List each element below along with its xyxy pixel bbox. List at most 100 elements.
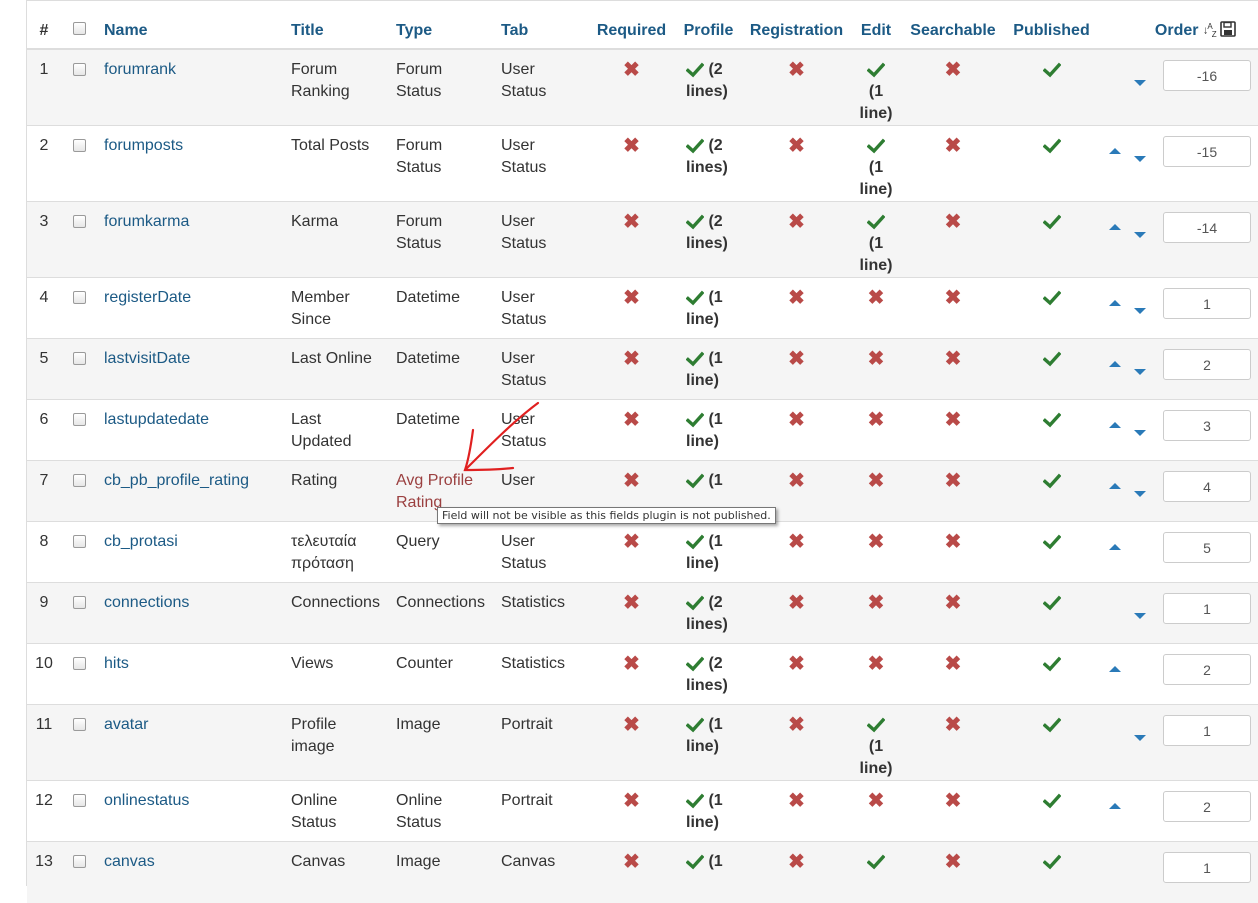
registration-cross-icon[interactable]: ✖ <box>788 135 805 157</box>
sort-order-icon[interactable]: ↓AZ <box>1203 22 1217 39</box>
required-cross-icon[interactable]: ✖ <box>623 135 640 157</box>
edit-cross-icon[interactable]: ✖ <box>868 531 885 553</box>
field-name-link[interactable]: forumkarma <box>104 213 189 230</box>
required-cross-icon[interactable]: ✖ <box>623 790 640 812</box>
move-up-icon[interactable] <box>1109 544 1121 550</box>
col-header-profile[interactable]: Profile <box>674 7 743 50</box>
row-checkbox[interactable] <box>73 474 86 487</box>
published-check-icon[interactable] <box>1042 211 1061 230</box>
row-checkbox[interactable] <box>73 596 86 609</box>
edit-check-icon[interactable] <box>866 714 886 733</box>
row-checkbox[interactable] <box>73 139 86 152</box>
row-checkbox[interactable] <box>73 794 86 807</box>
row-checkbox[interactable] <box>73 291 86 304</box>
profile-check-icon[interactable] <box>685 714 705 733</box>
edit-check-icon[interactable] <box>866 135 886 154</box>
searchable-cross-icon[interactable]: ✖ <box>945 714 962 736</box>
searchable-cross-icon[interactable]: ✖ <box>945 592 962 614</box>
select-all-checkbox[interactable] <box>73 22 86 35</box>
field-name-link[interactable]: registerDate <box>104 289 191 306</box>
field-name-link[interactable]: canvas <box>104 853 155 870</box>
published-check-icon[interactable] <box>1042 348 1061 367</box>
profile-check-icon[interactable] <box>685 409 705 428</box>
col-header-published[interactable]: Published <box>1004 7 1099 50</box>
order-input[interactable] <box>1163 593 1251 624</box>
edit-cross-icon[interactable]: ✖ <box>868 592 885 614</box>
profile-check-icon[interactable] <box>685 211 705 230</box>
required-cross-icon[interactable]: ✖ <box>623 287 640 309</box>
searchable-cross-icon[interactable]: ✖ <box>945 59 962 81</box>
profile-check-icon[interactable] <box>685 348 705 367</box>
move-down-icon[interactable] <box>1134 613 1146 619</box>
field-name-link[interactable]: forumrank <box>104 61 176 78</box>
published-check-icon[interactable] <box>1042 531 1061 550</box>
field-name-link[interactable]: avatar <box>104 716 148 733</box>
published-check-icon[interactable] <box>1042 409 1061 428</box>
move-down-icon[interactable] <box>1134 232 1146 238</box>
order-input[interactable] <box>1163 471 1251 502</box>
col-header-tab[interactable]: Tab <box>495 7 589 50</box>
edit-cross-icon[interactable]: ✖ <box>868 790 885 812</box>
edit-cross-icon[interactable]: ✖ <box>868 653 885 675</box>
registration-cross-icon[interactable]: ✖ <box>788 714 805 736</box>
row-checkbox[interactable] <box>73 718 86 731</box>
move-down-icon[interactable] <box>1134 369 1146 375</box>
edit-cross-icon[interactable]: ✖ <box>868 409 885 431</box>
field-name-link[interactable]: lastupdatedate <box>104 411 209 428</box>
col-header-type[interactable]: Type <box>390 7 495 50</box>
move-up-icon[interactable] <box>1109 224 1121 230</box>
searchable-cross-icon[interactable]: ✖ <box>945 790 962 812</box>
save-icon[interactable] <box>1220 21 1236 37</box>
field-name-link[interactable]: cb_protasi <box>104 533 178 550</box>
move-up-icon[interactable] <box>1109 422 1121 428</box>
searchable-cross-icon[interactable]: ✖ <box>945 470 962 492</box>
published-check-icon[interactable] <box>1042 653 1061 672</box>
required-cross-icon[interactable]: ✖ <box>623 409 640 431</box>
field-name-link[interactable]: hits <box>104 655 129 672</box>
order-input[interactable] <box>1163 715 1251 746</box>
order-input[interactable] <box>1163 852 1251 883</box>
profile-check-icon[interactable] <box>685 135 705 154</box>
order-input[interactable] <box>1163 136 1251 167</box>
move-down-icon[interactable] <box>1134 156 1146 162</box>
required-cross-icon[interactable]: ✖ <box>623 59 640 81</box>
row-checkbox[interactable] <box>73 63 86 76</box>
edit-cross-icon[interactable]: ✖ <box>868 348 885 370</box>
required-cross-icon[interactable]: ✖ <box>623 211 640 233</box>
registration-cross-icon[interactable]: ✖ <box>788 409 805 431</box>
move-down-icon[interactable] <box>1134 80 1146 86</box>
row-checkbox[interactable] <box>73 352 86 365</box>
registration-cross-icon[interactable]: ✖ <box>788 653 805 675</box>
profile-check-icon[interactable] <box>685 287 705 306</box>
col-header-title[interactable]: Title <box>285 7 390 50</box>
searchable-cross-icon[interactable]: ✖ <box>945 211 962 233</box>
order-input[interactable] <box>1163 349 1251 380</box>
col-header-name[interactable]: Name <box>98 7 285 50</box>
searchable-cross-icon[interactable]: ✖ <box>945 409 962 431</box>
searchable-cross-icon[interactable]: ✖ <box>945 851 962 873</box>
registration-cross-icon[interactable]: ✖ <box>788 287 805 309</box>
published-check-icon[interactable] <box>1042 790 1061 809</box>
field-name-link[interactable]: connections <box>104 594 189 611</box>
field-name-link[interactable]: lastvisitDate <box>104 350 190 367</box>
order-input[interactable] <box>1163 532 1251 563</box>
col-header-registration[interactable]: Registration <box>743 7 850 50</box>
move-up-icon[interactable] <box>1109 666 1121 672</box>
row-checkbox[interactable] <box>73 657 86 670</box>
published-check-icon[interactable] <box>1042 470 1061 489</box>
searchable-cross-icon[interactable]: ✖ <box>945 653 962 675</box>
required-cross-icon[interactable]: ✖ <box>623 348 640 370</box>
required-cross-icon[interactable]: ✖ <box>623 592 640 614</box>
col-header-required[interactable]: Required <box>589 7 674 50</box>
profile-check-icon[interactable] <box>685 59 705 78</box>
registration-cross-icon[interactable]: ✖ <box>788 348 805 370</box>
profile-check-icon[interactable] <box>685 592 705 611</box>
order-input[interactable] <box>1163 212 1251 243</box>
move-down-icon[interactable] <box>1134 735 1146 741</box>
required-cross-icon[interactable]: ✖ <box>623 531 640 553</box>
move-up-icon[interactable] <box>1109 300 1121 306</box>
order-input[interactable] <box>1163 60 1251 91</box>
order-input[interactable] <box>1163 288 1251 319</box>
profile-check-icon[interactable] <box>685 851 705 870</box>
profile-check-icon[interactable] <box>685 531 705 550</box>
